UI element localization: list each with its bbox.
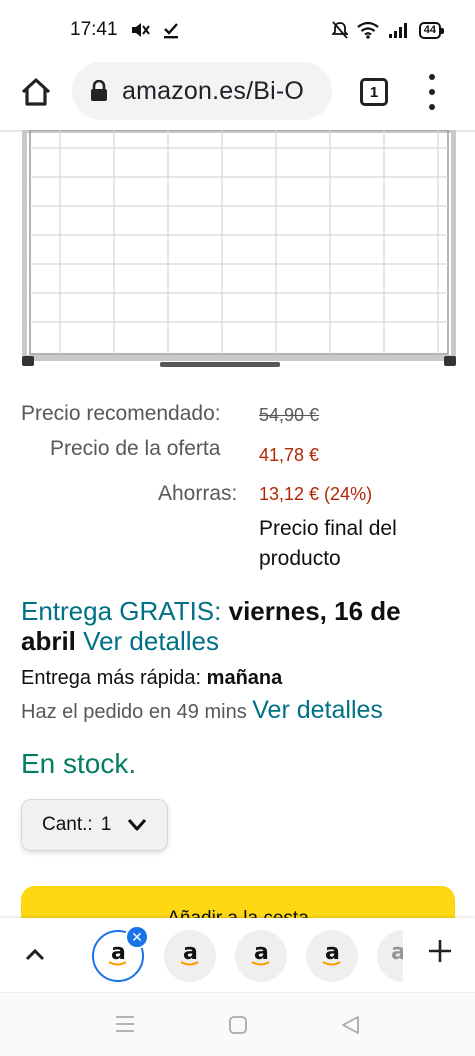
order-details-link[interactable]: Ver detalles xyxy=(252,696,383,724)
deal-price-label: Precio de la oferta xyxy=(50,437,221,460)
delivery-info: Entrega GRATIS: viernes, 16 de abril Ver… xyxy=(21,596,451,656)
price-recommended-label: Precio recomendado: xyxy=(21,402,221,425)
status-time: 17:41 xyxy=(70,19,118,40)
download-done-icon xyxy=(163,23,178,39)
fastest-delivery-label: Entrega más rápida: xyxy=(21,667,202,689)
tab-thumbnail[interactable]: a xyxy=(306,930,358,982)
stock-status: En stock. xyxy=(21,748,137,779)
delivery-details-link[interactable]: Ver detalles xyxy=(83,626,219,656)
tab-strip: a ✕ a a a a xyxy=(0,918,475,992)
status-bar: 17:41 44 xyxy=(0,0,475,60)
back-icon[interactable] xyxy=(340,1015,360,1035)
amazon-icon: a xyxy=(108,940,127,966)
fastest-delivery: Entrega más rápida: mañana xyxy=(21,667,282,690)
url-bar[interactable]: amazon.es/Bi-O xyxy=(72,62,332,120)
status-right: 44 xyxy=(331,21,445,39)
tab-thumbnail-partial[interactable]: a xyxy=(377,930,403,982)
quantity-label: Cant.: xyxy=(42,814,93,835)
tab-thumbnail[interactable]: a xyxy=(235,930,287,982)
chevron-up-icon[interactable] xyxy=(24,946,46,962)
menu-icon[interactable] xyxy=(425,74,439,110)
mute-icon xyxy=(131,23,150,37)
amazon-icon: a xyxy=(180,940,199,966)
home-icon[interactable] xyxy=(20,76,52,108)
close-icon[interactable]: ✕ xyxy=(125,925,149,949)
plus-icon[interactable] xyxy=(427,938,453,964)
amazon-icon: a xyxy=(391,940,403,965)
signal-icon xyxy=(388,23,407,38)
savings-label: Ahorras: xyxy=(158,482,238,505)
price-recommended-value: 54,90 € xyxy=(259,405,320,425)
savings-value: 13,12 € (24%) xyxy=(259,484,373,504)
notifications-off-icon xyxy=(331,21,348,39)
deal-price-value: 41,78 € xyxy=(259,445,320,465)
home-nav-icon[interactable] xyxy=(228,1015,248,1035)
quantity-dropdown[interactable]: Cant.: 1 xyxy=(21,799,168,851)
chevron-down-icon xyxy=(128,819,147,831)
quantity-value: 1 xyxy=(100,814,112,835)
fastest-delivery-value: mañana xyxy=(206,667,283,689)
url-text: amazon.es/Bi-O xyxy=(122,76,305,105)
free-delivery-label: Entrega GRATIS: xyxy=(21,596,222,626)
system-nav-bar xyxy=(0,992,475,1056)
amazon-icon: a xyxy=(251,940,270,966)
product-image xyxy=(22,130,456,367)
battery-icon: 44 xyxy=(418,21,445,39)
order-within: Haz el pedido en 49 mins Ver detalles xyxy=(21,696,383,725)
recent-apps-icon[interactable] xyxy=(115,1015,135,1033)
tab-thumbnail[interactable]: a xyxy=(164,930,216,982)
order-within-text: Haz el pedido en 49 mins xyxy=(21,701,247,723)
wifi-icon xyxy=(357,21,379,39)
amazon-icon: a xyxy=(322,940,341,966)
tabs-icon[interactable]: 1 xyxy=(360,78,388,106)
final-price-note: Precio final del producto xyxy=(259,517,397,570)
browser-toolbar: amazon.es/Bi-O 1 xyxy=(0,60,475,130)
lock-icon xyxy=(91,80,107,101)
status-left: 17:41 xyxy=(70,19,180,41)
